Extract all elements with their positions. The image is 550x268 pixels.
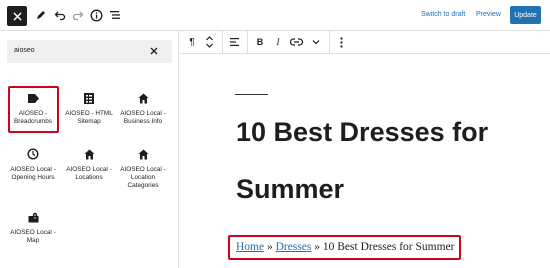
bold-button[interactable]: B [255, 35, 265, 49]
options-button[interactable] [337, 35, 345, 49]
info-icon [90, 9, 102, 21]
paragraph-icon[interactable]: ¶ [186, 35, 198, 49]
italic-button[interactable]: I [274, 35, 282, 49]
align-button[interactable] [229, 35, 241, 49]
block-item-label: AIOSEO - HTML Sitemap [65, 110, 113, 125]
block-item-aioseo-local-locations[interactable]: AIOSEO Local - Locations [61, 148, 117, 182]
home-icon [137, 148, 149, 160]
preview-link[interactable]: Preview [476, 11, 501, 18]
list-view-button[interactable] [107, 7, 123, 23]
close-icon [12, 11, 22, 21]
breadcrumb-current: 10 Best Dresses for Summer [322, 241, 455, 253]
block-item-aioseo-html-sitemap[interactable]: AIOSEO - HTML Sitemap [61, 92, 117, 126]
block-item-label: AIOSEO Local - Location Categories [120, 166, 166, 189]
search-input-value[interactable]: aioseo [14, 47, 35, 54]
details-button[interactable] [88, 7, 104, 23]
undo-icon [54, 11, 66, 21]
clock-icon [27, 148, 39, 160]
block-inserter-panel: aioseo AIOSEO - Breadcrumbs AIOSEO - HTM… [0, 31, 179, 268]
block-item-aioseo-local-location-categories[interactable]: AIOSEO Local - Location Categories [115, 148, 171, 190]
chevron-up-down-icon [205, 36, 213, 48]
redo-icon [72, 11, 84, 21]
block-item-label: AIOSEO Local - Business Info [120, 110, 166, 125]
block-search-input[interactable]: aioseo [7, 40, 172, 63]
breadcrumbs-block-highlight [8, 86, 59, 133]
redo-button[interactable] [70, 7, 86, 23]
tools-button[interactable] [33, 7, 49, 23]
block-item-aioseo-local-map[interactable]: AIOSEO Local - Map [5, 211, 61, 245]
breadcrumb-home-link[interactable]: Home [236, 241, 264, 253]
undo-button[interactable] [52, 7, 68, 23]
breadcrumb-separator: » [264, 241, 276, 253]
more-formatting-button[interactable] [311, 35, 321, 49]
home-icon [83, 148, 95, 160]
breadcrumb-separator: » [311, 241, 323, 253]
chevron-down-icon [312, 40, 320, 45]
link-icon [290, 38, 303, 46]
close-inserter-button[interactable] [7, 6, 27, 26]
close-icon [150, 47, 158, 55]
clear-search-button[interactable] [148, 45, 160, 57]
block-item-label: AIOSEO Local - Opening Hours [10, 166, 56, 181]
post-title-line-1[interactable]: 10 Best Dresses for [236, 117, 488, 148]
align-left-icon [229, 38, 239, 46]
separator-line [235, 94, 268, 95]
sitemap-icon [83, 92, 95, 104]
map-icon [27, 211, 39, 223]
switch-to-draft-link[interactable]: Switch to draft [421, 11, 465, 18]
block-toolbar: ¶ B I [180, 31, 550, 54]
breadcrumb-category-link[interactable]: Dresses [276, 241, 312, 253]
pencil-icon [37, 11, 45, 19]
more-vertical-icon [339, 36, 343, 48]
home-icon [137, 92, 149, 104]
breadcrumbs-output: Home » Dresses » 10 Best Dresses for Sum… [236, 241, 454, 253]
block-item-aioseo-local-opening-hours[interactable]: AIOSEO Local - Opening Hours [5, 148, 61, 182]
block-item-label: AIOSEO Local - Locations [66, 166, 112, 181]
move-up-down-button[interactable] [204, 35, 214, 49]
post-title-line-2[interactable]: Summer [236, 174, 344, 205]
block-item-aioseo-local-business-info[interactable]: AIOSEO Local - Business Info [115, 92, 171, 126]
list-view-icon [110, 11, 120, 19]
update-button[interactable]: Update [510, 6, 541, 24]
link-button[interactable] [290, 35, 303, 49]
block-item-label: AIOSEO Local - Map [10, 229, 56, 244]
editor-top-toolbar: Switch to draft Preview Update [0, 0, 550, 31]
